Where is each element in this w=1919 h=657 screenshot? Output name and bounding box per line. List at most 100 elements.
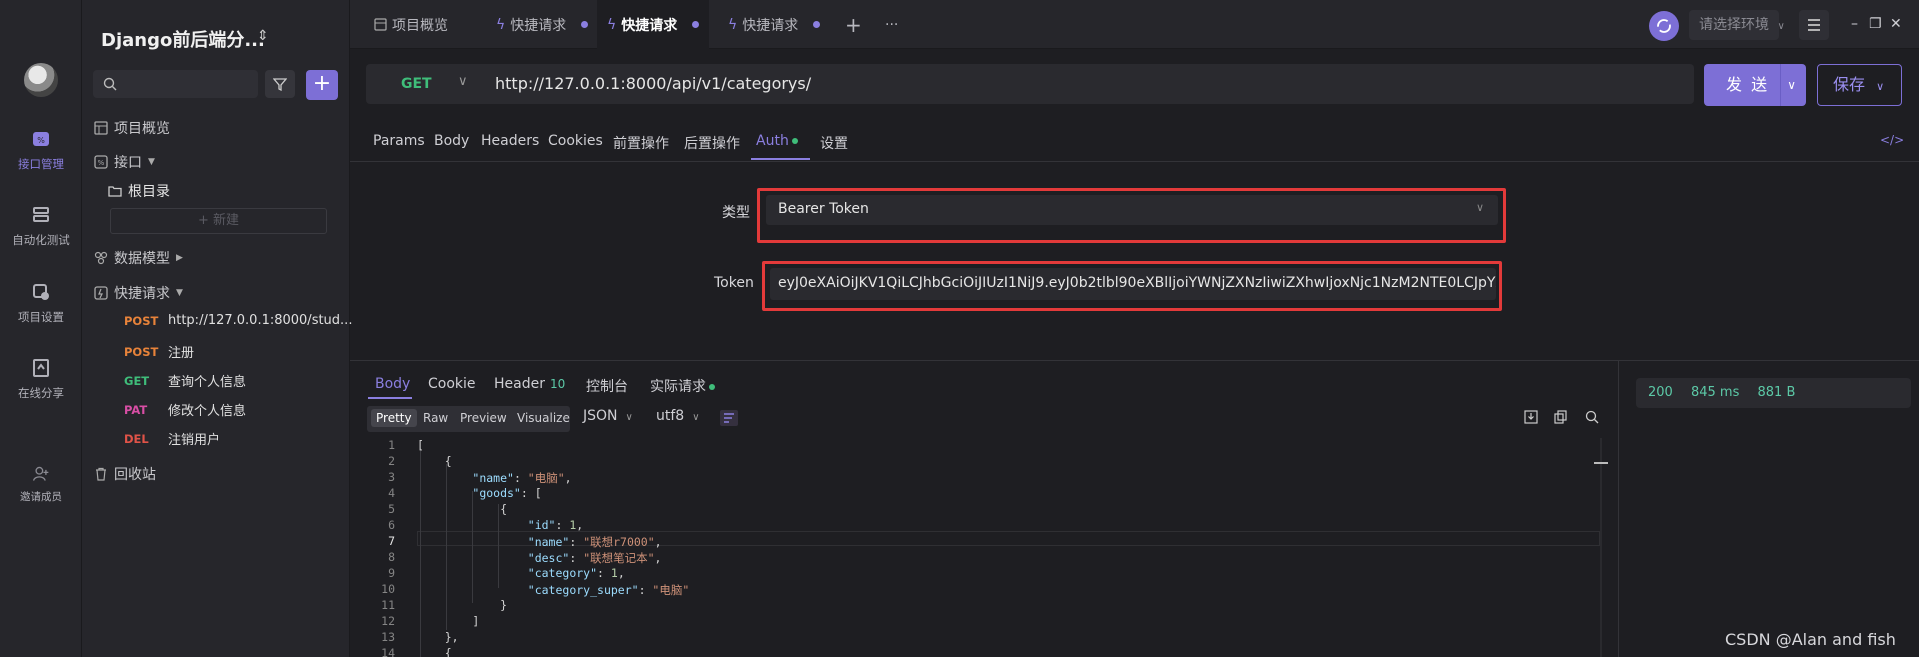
sidebar-item-quick[interactable]: 快捷请求 ▼: [94, 283, 183, 303]
unsaved-dot: [581, 21, 589, 28]
close-button[interactable]: ✕: [1890, 16, 1902, 32]
rail-label: 接口管理: [18, 157, 64, 171]
code-gen-icon[interactable]: </>: [1880, 133, 1904, 147]
request-item[interactable]: POST http://127.0.0.1:8000/stud...: [124, 313, 352, 328]
tab-post-actions[interactable]: 后置操作: [684, 133, 740, 153]
view-pretty[interactable]: Pretty: [371, 409, 417, 427]
code-line: "desc": "联想笔记本",: [527, 551, 662, 565]
url-bar[interactable]: GET ∨ http://127.0.0.1:8000/api/v1/categ…: [366, 64, 1694, 104]
tab-cookies[interactable]: Cookies: [548, 133, 603, 149]
chevron-down-icon: ∨: [1475, 201, 1484, 214]
svg-text:%: %: [37, 136, 45, 145]
tab-quick-request[interactable]: ϟ 快捷请求: [490, 0, 594, 49]
sidebar-item-label: 数据模型: [114, 251, 170, 267]
scroll-thumb[interactable]: [1594, 462, 1608, 464]
project-switch-icon[interactable]: ⇕: [257, 28, 269, 44]
send-button[interactable]: 发 送 ∨: [1704, 64, 1806, 106]
chevron-down-icon[interactable]: ∨: [458, 74, 468, 89]
encoding-select[interactable]: utf8 ∨: [656, 408, 700, 424]
line-number: 1: [388, 438, 395, 452]
resp-tab-header[interactable]: Header 10: [494, 376, 565, 392]
tab-quick-request[interactable]: ϟ 快捷请求: [722, 0, 826, 49]
wrap-lines-icon[interactable]: [720, 410, 738, 426]
environment-sync-button[interactable]: [1649, 11, 1679, 41]
tab-settings[interactable]: 设置: [820, 133, 848, 153]
more-tabs-button[interactable]: ···: [885, 0, 898, 49]
tab-overview[interactable]: 项目概览: [368, 0, 454, 49]
tab-pre-actions[interactable]: 前置操作: [613, 133, 669, 153]
restore-button[interactable]: ❐: [1869, 16, 1882, 32]
response-body-code[interactable]: 1 2 3 4 5 6 7 8 9 10 11 12 13 14 [ { "na…: [367, 438, 1602, 657]
request-item[interactable]: DEL 注销用户: [124, 429, 220, 449]
active-tab-indicator: [751, 158, 810, 160]
environment-select[interactable]: 请选择环境 ∨: [1689, 10, 1785, 40]
new-button[interactable]: + 新建: [110, 208, 327, 234]
resp-tab-cookie[interactable]: Cookie: [428, 376, 476, 392]
token-label: Token: [714, 275, 754, 291]
tab-auth[interactable]: Auth: [756, 133, 798, 149]
line-number: 8: [388, 550, 395, 564]
view-visualize[interactable]: Visualize: [517, 411, 570, 425]
sidebar-item-interfaces[interactable]: % 接口 ▼: [94, 152, 155, 172]
request-item[interactable]: PAT 修改个人信息: [124, 400, 247, 420]
token-input[interactable]: eyJ0eXAiOiJKV1QiLCJhbGciOiJIUzI1NiJ9.eyJ…: [770, 268, 1496, 300]
resp-tab-console[interactable]: 控制台: [586, 376, 628, 396]
download-icon[interactable]: [1524, 410, 1538, 424]
resp-tab-body[interactable]: Body: [375, 376, 410, 392]
tab-quick-request-active[interactable]: ϟ 快捷请求: [597, 0, 710, 49]
response-status-pane: 200 845 ms 881 B: [1618, 360, 1919, 657]
request-name: 修改个人信息: [168, 404, 247, 419]
rail-item-api-management[interactable]: % 接口管理: [0, 128, 82, 172]
folder-root[interactable]: 根目录: [108, 181, 170, 201]
minimize-button[interactable]: –: [1851, 16, 1858, 32]
request-item[interactable]: GET 查询个人信息: [124, 371, 246, 391]
avatar[interactable]: [24, 63, 58, 97]
tab-bar: 项目概览 ϟ 快捷请求 ϟ 快捷请求 ϟ 快捷请求 + ···: [350, 0, 1919, 49]
code-line: "category_super": "电脑": [527, 583, 690, 597]
add-tab-button[interactable]: +: [845, 0, 862, 49]
request-item[interactable]: POST 注册: [124, 342, 194, 362]
code-line: "name": "联想r7000",: [527, 535, 662, 549]
project-title[interactable]: Django前后端分...: [101, 26, 265, 52]
response-status-box: 200 845 ms 881 B: [1636, 378, 1911, 408]
save-button[interactable]: 保存 ∨: [1817, 64, 1902, 106]
add-button[interactable]: +: [306, 70, 338, 100]
view-preview[interactable]: Preview: [460, 411, 507, 425]
search-input[interactable]: [93, 70, 258, 98]
sidebar-item-models[interactable]: 数据模型 ▶: [94, 248, 183, 268]
sidebar: Django前后端分... ⇕ + 项目概览 % 接口 ▼ 根目录 + 新建 数…: [82, 0, 352, 657]
menu-button[interactable]: [1799, 10, 1829, 40]
send-dropdown-icon[interactable]: ∨: [1780, 64, 1798, 106]
status-code: 200: [1648, 385, 1673, 400]
encoding-value: utf8: [656, 408, 685, 424]
data-model-icon: [94, 251, 108, 265]
vertical-scrollbar[interactable]: [1594, 438, 1608, 657]
resp-tab-actual-request[interactable]: 实际请求: [650, 376, 715, 396]
filter-button[interactable]: [265, 70, 295, 98]
format-select[interactable]: JSON ∨: [583, 408, 633, 424]
unsaved-dot: [692, 21, 700, 28]
share-icon: [33, 359, 49, 377]
tab-body[interactable]: Body: [434, 133, 469, 149]
view-raw[interactable]: Raw: [423, 411, 448, 425]
sidebar-item-trash[interactable]: 回收站: [94, 464, 156, 484]
rail-item-share[interactable]: 在线分享: [0, 357, 82, 401]
auth-type-select[interactable]: Bearer Token ∨: [766, 195, 1498, 225]
quick-request-icon: [94, 286, 108, 300]
rail-item-project-settings[interactable]: 项目设置: [0, 281, 82, 325]
chevron-down-icon: ∨: [1777, 21, 1785, 32]
method-select[interactable]: GET: [401, 76, 432, 92]
sidebar-item-overview[interactable]: 项目概览: [94, 118, 170, 138]
tab-params[interactable]: Params: [373, 133, 425, 149]
chevron-down-icon: ∨: [625, 412, 633, 423]
rail-item-automation[interactable]: 自动化测试: [0, 204, 82, 248]
sidebar-item-label: 回收站: [114, 467, 156, 483]
rail-item-invite[interactable]: 邀请成员: [0, 465, 82, 504]
request-name: http://127.0.0.1:8000/stud...: [168, 313, 353, 328]
search-icon[interactable]: [1585, 410, 1599, 424]
copy-icon[interactable]: [1554, 410, 1568, 424]
tab-headers[interactable]: Headers: [481, 133, 539, 149]
sidebar-item-label: 接口: [114, 155, 142, 171]
url-input[interactable]: http://127.0.0.1:8000/api/v1/categorys/: [495, 74, 811, 93]
hamburger-icon: [1808, 19, 1820, 31]
